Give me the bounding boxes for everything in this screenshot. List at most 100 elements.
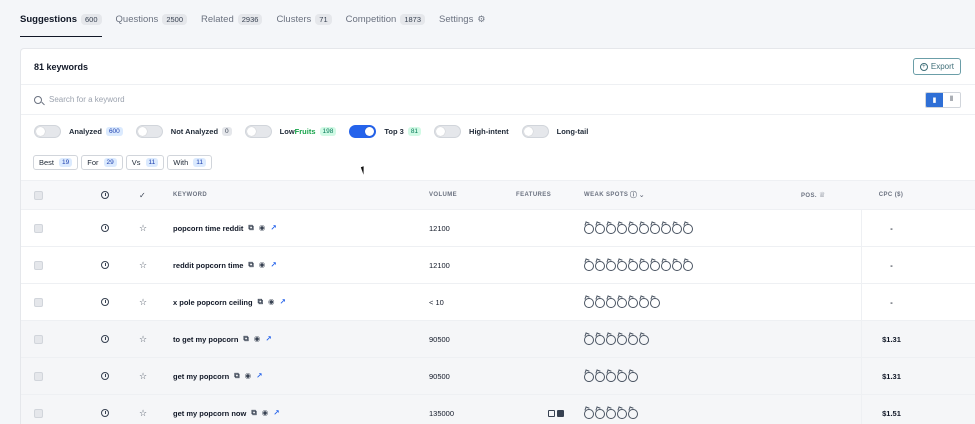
analyzed-toggle[interactable] [34, 124, 61, 138]
star-icon[interactable]: ☆ [139, 371, 147, 381]
tab-competition[interactable]: Competition 1873 [346, 0, 426, 38]
chip-vs[interactable]: Vs 11 [125, 154, 165, 170]
high-intent-toggle[interactable] [434, 124, 462, 138]
eye-icon[interactable]: ◉ [259, 261, 266, 269]
keyword-text[interactable]: to get my popcorn [173, 335, 238, 344]
weak-spot-icon [595, 261, 605, 271]
col-volume[interactable]: VOLUME [429, 192, 516, 198]
row-checkbox[interactable] [34, 334, 43, 344]
weak-spot-icon [584, 224, 594, 234]
copy-icon[interactable]: ⧉ [243, 335, 248, 343]
eye-icon[interactable]: ◉ [262, 409, 269, 417]
weak-spot-icon [617, 224, 627, 234]
chip-count: 11 [193, 157, 206, 167]
eye-icon[interactable]: ◉ [268, 298, 275, 306]
col-weak-spots[interactable]: WEAK SPOTS ⓘ ⌄ [584, 190, 801, 200]
row-checkbox[interactable] [34, 371, 43, 381]
tab-related[interactable]: Related 2936 [201, 0, 263, 38]
clock-icon[interactable] [101, 298, 109, 306]
column-view-button[interactable]: ⦀ [943, 92, 960, 107]
star-icon[interactable]: ☆ [139, 297, 147, 307]
select-all-checkbox[interactable] [34, 190, 43, 200]
chip-count: 29 [103, 157, 117, 167]
keyword-text[interactable]: x pole popcorn ceiling [173, 298, 253, 307]
weak-spot-icon [606, 409, 616, 419]
tab-count: 1873 [400, 13, 426, 25]
clock-icon[interactable] [101, 224, 109, 232]
table-row[interactable]: ☆ to get my popcorn ⧉ ◉ ↗ 90500 $1.31 [21, 321, 975, 358]
eye-icon[interactable]: ◉ [245, 372, 252, 380]
external-link-icon[interactable]: ↗ [280, 298, 286, 306]
table-row[interactable]: ☆ get my popcorn now ⧉ ◉ ↗ 135000 $1.51 [21, 395, 975, 424]
weak-spots-cell [584, 222, 801, 234]
weak-spot-icon [595, 372, 605, 382]
external-link-icon[interactable]: ↗ [270, 261, 276, 269]
eye-icon[interactable]: ◉ [254, 335, 261, 343]
check-icon: ✓ [139, 190, 147, 200]
export-icon: + [919, 62, 928, 71]
chip-count: 19 [59, 157, 73, 167]
weak-spot-icon [595, 298, 605, 308]
keyword-text[interactable]: get my popcorn now [173, 409, 246, 418]
card-header: 81 keywords + Export [21, 49, 975, 85]
weak-spots-cell [584, 259, 801, 271]
star-icon[interactable]: ☆ [139, 334, 147, 344]
col-cpc[interactable]: CPC ($) [861, 181, 921, 209]
weak-spot-icon [661, 224, 671, 234]
keyword-text[interactable]: reddit popcorn time [173, 261, 243, 270]
chip-for[interactable]: For 29 [81, 154, 123, 170]
table-row[interactable]: ☆ popcorn time reddit ⧉ ◉ ↗ 12100 - [21, 210, 975, 247]
not-analyzed-toggle[interactable] [135, 124, 163, 138]
clock-icon[interactable] [101, 409, 109, 417]
clock-icon[interactable] [101, 372, 109, 380]
filter-lowfruits: LowFruits 198 [244, 124, 337, 138]
weak-spots-cell [584, 333, 801, 345]
external-link-icon[interactable]: ↗ [273, 409, 279, 417]
tab-settings[interactable]: Settings ⚙ [439, 0, 485, 38]
chip-with[interactable]: With 11 [167, 154, 212, 170]
copy-icon[interactable]: ⧉ [234, 372, 239, 380]
col-keyword[interactable]: KEYWORD [173, 192, 429, 198]
filter-count: 198 [319, 126, 337, 136]
external-link-icon[interactable]: ↗ [270, 224, 276, 232]
external-link-icon[interactable]: ↗ [256, 372, 262, 380]
copy-icon[interactable]: ⧉ [258, 298, 263, 306]
list-view-button[interactable]: ▮ [926, 92, 943, 107]
tab-suggestions[interactable]: Suggestions 600 [20, 0, 102, 38]
weak-spot-icon [628, 409, 638, 419]
copy-icon[interactable]: ⧉ [248, 224, 253, 232]
row-checkbox[interactable] [34, 223, 43, 233]
row-checkbox[interactable] [34, 297, 43, 307]
row-checkbox[interactable] [34, 408, 43, 418]
search-input[interactable] [49, 95, 349, 104]
filter-analyzed: Analyzed 600 [34, 124, 123, 138]
tab-clusters[interactable]: Clusters 71 [276, 0, 332, 38]
clock-icon[interactable] [101, 261, 109, 269]
top3-toggle[interactable] [349, 124, 377, 138]
star-icon[interactable]: ☆ [139, 223, 147, 233]
row-checkbox[interactable] [34, 260, 43, 270]
star-icon[interactable]: ☆ [139, 408, 147, 418]
tab-questions[interactable]: Questions 2500 [116, 0, 187, 38]
clock-icon[interactable] [101, 335, 109, 343]
star-icon[interactable]: ☆ [139, 260, 147, 270]
eye-icon[interactable]: ◉ [259, 224, 266, 232]
table-row[interactable]: ☆ get my popcorn ⧉ ◉ ↗ 90500 $1.31 [21, 358, 975, 395]
col-features[interactable]: FEATURES [516, 192, 584, 198]
copy-icon[interactable]: ⧉ [251, 409, 256, 417]
clock-icon [101, 191, 109, 199]
keyword-text[interactable]: get my popcorn [173, 372, 229, 381]
weak-spot-icon [584, 335, 594, 345]
copy-icon[interactable]: ⧉ [248, 261, 253, 269]
export-button[interactable]: + Export [912, 58, 961, 75]
chip-best[interactable]: Best 19 [33, 154, 79, 170]
video-feature-icon [557, 409, 564, 417]
lowfruits-toggle[interactable] [244, 124, 272, 138]
table-row[interactable]: ☆ reddit popcorn time ⧉ ◉ ↗ 12100 - [21, 247, 975, 284]
table-row[interactable]: ☆ x pole popcorn ceiling ⧉ ◉ ↗ < 10 - [21, 284, 975, 321]
external-link-icon[interactable]: ↗ [265, 335, 271, 343]
long-tail-toggle[interactable] [521, 124, 549, 138]
chevron-down-icon: ⌄ [638, 192, 646, 199]
col-pos[interactable]: POS. ♕ [801, 191, 861, 199]
keyword-text[interactable]: popcorn time reddit [173, 224, 243, 233]
